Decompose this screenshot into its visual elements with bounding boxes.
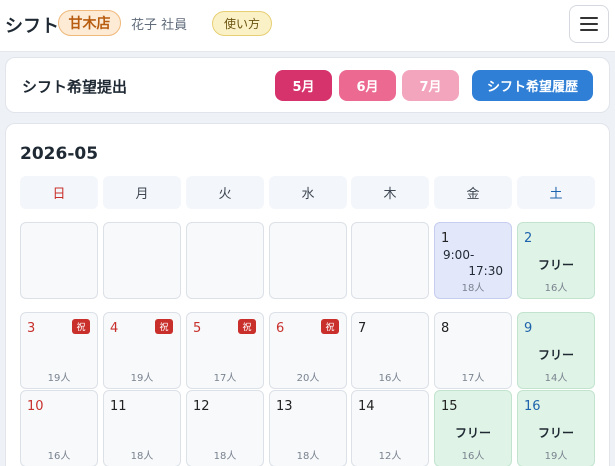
staff-count: 14人: [544, 373, 568, 384]
free-label: フリー: [537, 348, 574, 362]
calendar-day-empty: [103, 222, 181, 299]
calendar-day[interactable]: 3 祝 19人: [20, 312, 98, 389]
staff-count: 16人: [47, 451, 71, 462]
free-label: フリー: [537, 426, 574, 440]
hamburger-icon: [580, 17, 598, 31]
day-number: 10: [27, 399, 44, 414]
month-button[interactable]: 6月: [339, 70, 396, 101]
calendar-day[interactable]: 16 フリー 19人: [517, 390, 595, 466]
month-button[interactable]: 7月: [402, 70, 459, 101]
shift-history-button[interactable]: シフト希望履歴: [472, 70, 593, 101]
staff-count: 16人: [544, 283, 568, 294]
day-number: 14: [358, 399, 375, 414]
day-number: 5: [193, 321, 202, 336]
free-label: フリー: [537, 258, 574, 272]
holiday-badge: 祝: [72, 319, 90, 334]
weekday-header: 火: [186, 176, 264, 209]
calendar-day[interactable]: 13 18人: [269, 390, 347, 466]
calendar-day[interactable]: 12 18人: [186, 390, 264, 466]
staff-count: 19人: [544, 451, 568, 462]
calendar-month: 2026-05: [20, 144, 99, 164]
calendar-day-empty: [20, 222, 98, 299]
calendar-day[interactable]: 2 フリー 16人: [517, 222, 595, 299]
holiday-badge: 祝: [155, 319, 173, 334]
day-number: 4: [110, 321, 119, 336]
day-number: 12: [193, 399, 210, 414]
calendar-day[interactable]: 7 16人: [351, 312, 429, 389]
day-number: 11: [110, 399, 127, 414]
shift-end-time: 17:30: [468, 264, 503, 278]
shift-request-title: シフト希望提出: [22, 78, 128, 96]
day-number: 3: [27, 321, 36, 336]
staff-count: 18人: [461, 283, 485, 294]
user-name: 花子 社員: [131, 18, 188, 33]
staff-count: 17人: [461, 373, 485, 384]
calendar-day[interactable]: 6 祝 20人: [269, 312, 347, 389]
help-button[interactable]: 使い方: [212, 11, 272, 36]
weekday-header: 土: [517, 176, 595, 209]
shift-start-time: 9:00-: [443, 248, 475, 262]
staff-count: 20人: [296, 373, 320, 384]
day-number: 13: [276, 399, 293, 414]
holiday-badge: 祝: [238, 319, 256, 334]
staff-count: 19人: [47, 373, 71, 384]
calendar-day[interactable]: 8 17人: [434, 312, 512, 389]
app-title: シフト: [5, 16, 59, 37]
calendar-day[interactable]: 15 フリー 16人: [434, 390, 512, 466]
staff-count: 18人: [296, 451, 320, 462]
staff-count: 16人: [378, 373, 402, 384]
calendar-day-empty: [351, 222, 429, 299]
weekday-header: 水: [269, 176, 347, 209]
menu-button[interactable]: [569, 5, 609, 43]
day-number: 16: [524, 399, 541, 414]
day-number: 6: [276, 321, 285, 336]
day-number: 7: [358, 321, 367, 336]
day-number: 15: [441, 399, 458, 414]
day-number: 1: [441, 231, 450, 246]
calendar-day[interactable]: 10 16人: [20, 390, 98, 466]
calendar-day[interactable]: 9 フリー 14人: [517, 312, 595, 389]
staff-count: 18人: [130, 451, 154, 462]
staff-count: 12人: [378, 451, 402, 462]
shift-request-card: シフト希望提出 5月 6月 7月 シフト希望履歴: [5, 57, 610, 113]
month-button[interactable]: 5月: [275, 70, 332, 101]
calendar-day[interactable]: 11 18人: [103, 390, 181, 466]
day-number: 8: [441, 321, 450, 336]
calendar-day[interactable]: 1 9:00- 17:30 18人: [434, 222, 512, 299]
calendar-day-empty: [269, 222, 347, 299]
day-number: 2: [524, 231, 533, 246]
free-label: フリー: [454, 426, 491, 440]
holiday-badge: 祝: [321, 319, 339, 334]
day-number: 9: [524, 321, 533, 336]
app-header: シフト 甘木店 花子 社員 使い方: [0, 0, 615, 52]
calendar-day-empty: [186, 222, 264, 299]
calendar-day[interactable]: 4 祝 19人: [103, 312, 181, 389]
weekday-header: 月: [103, 176, 181, 209]
calendar-card: 2026-05 日月火水木金土 1 9:00- 17:30 18人 2 フリー 16人 3 祝 19…: [5, 123, 610, 466]
weekday-header: 日: [20, 176, 98, 209]
staff-count: 19人: [130, 373, 154, 384]
staff-count: 16人: [461, 451, 485, 462]
calendar-day[interactable]: 14 12人: [351, 390, 429, 466]
staff-count: 18人: [213, 451, 237, 462]
staff-count: 17人: [213, 373, 237, 384]
calendar-day[interactable]: 5 祝 17人: [186, 312, 264, 389]
store-badge[interactable]: 甘木店: [58, 10, 121, 36]
weekday-header: 木: [351, 176, 429, 209]
weekday-header: 金: [434, 176, 512, 209]
